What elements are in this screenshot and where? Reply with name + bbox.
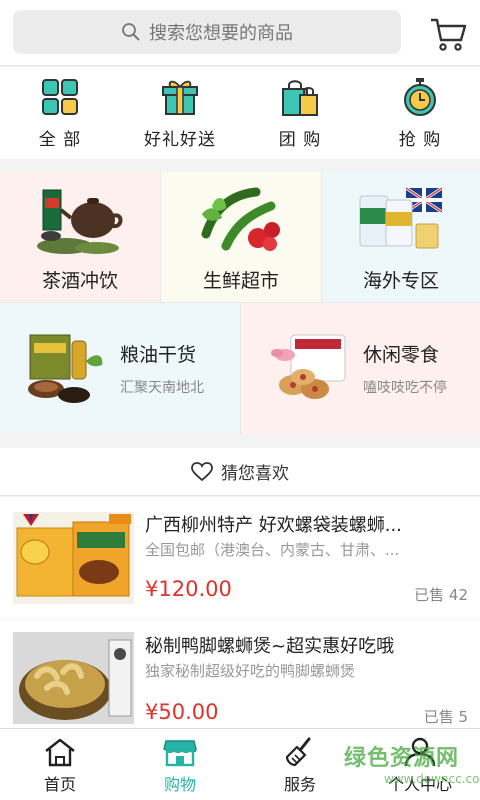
oil-mushroom-image	[28, 334, 103, 403]
tab-label: 购物	[163, 775, 196, 794]
bottom-tab-bar: 首页 购物 服务 个人中心	[0, 728, 480, 800]
quick-nav-label: 全 部	[38, 130, 82, 150]
vegetables-image	[201, 187, 280, 251]
quick-nav-label: 好礼好送	[144, 130, 216, 150]
grid-icon	[42, 79, 78, 115]
tea-set-image	[37, 189, 123, 254]
product-title: 秘制鸭脚螺蛳煲~超实惠好吃哦	[145, 636, 395, 657]
search-bar[interactable]: 搜索您想要的商品	[13, 10, 401, 54]
quick-nav-label: 抢 购	[398, 130, 442, 150]
quick-nav-gift[interactable]: 好礼好送	[120, 67, 240, 159]
category-grain-oil[interactable]: 粮油干货 汇聚天南地北	[0, 303, 240, 434]
category-subtitle: 汇聚天南地北	[120, 380, 204, 396]
search-icon	[122, 23, 140, 41]
category-tea[interactable]: 茶酒冲饮	[0, 172, 160, 302]
search-placeholder: 搜索您想要的商品	[149, 23, 293, 44]
home-icon	[45, 738, 75, 767]
category-subtitle: 嗑吱吱吃不停	[363, 380, 447, 396]
category-fresh[interactable]: 生鲜超市	[161, 172, 321, 302]
category-text: 休闲零食 嗑吱吱吃不停	[363, 340, 447, 397]
product-price: ¥120.00	[145, 577, 232, 601]
section-title: 猜您喜欢	[0, 448, 480, 496]
category-name: 生鲜超市	[202, 270, 279, 292]
snail-noodle-package-image	[13, 512, 134, 604]
tab-home[interactable]: 首页	[0, 729, 120, 800]
category-name: 休闲零食	[363, 344, 440, 366]
duck-feet-pot-image	[13, 632, 134, 724]
gift-icon	[162, 80, 198, 115]
alarm-clock-icon	[404, 78, 436, 116]
category-snacks[interactable]: 休闲零食 嗑吱吱吃不停	[241, 303, 480, 434]
tab-shopping[interactable]: 购物	[120, 729, 240, 800]
product-thumbnail	[13, 632, 134, 724]
cookies-image	[271, 334, 346, 399]
product-price: ¥50.00	[145, 700, 219, 724]
category-name: 茶酒冲饮	[41, 270, 118, 292]
section-title-text: 猜您喜欢	[221, 464, 289, 484]
category-name: 海外专区	[362, 270, 439, 292]
category-overseas[interactable]: 海外专区	[322, 172, 480, 302]
product-desc: 独家秘制超级好吃的鸭脚螺蛳煲	[145, 662, 356, 680]
product-thumbnail	[13, 512, 134, 604]
cart-icon[interactable]	[428, 14, 468, 54]
shop-icon	[163, 740, 197, 767]
product-card[interactable]: 广西柳州特产 好欢螺袋装螺蛳... 全国包邮（港澳台、内蒙古、甘肃、... ¥1…	[0, 497, 480, 619]
product-title: 广西柳州特产 好欢螺袋装螺蛳...	[145, 515, 402, 536]
category-text: 粮油干货 汇聚天南地北	[120, 340, 204, 397]
quick-nav: 全 部 好礼好送 团 购 抢 购	[0, 67, 480, 159]
heart-icon	[191, 461, 213, 481]
product-sold: 已售 42	[414, 586, 468, 604]
broom-icon	[285, 737, 311, 767]
tab-label: 个人中心	[387, 775, 452, 794]
product-sold: 已售 5	[423, 708, 468, 726]
quick-nav-group-buy[interactable]: 团 购	[240, 67, 360, 159]
quick-nav-flash-sale[interactable]: 抢 购	[360, 67, 480, 159]
tab-service[interactable]: 服务	[240, 729, 360, 800]
product-card[interactable]: 秘制鸭脚螺蛳煲~超实惠好吃哦 独家秘制超级好吃的鸭脚螺蛳煲 ¥50.00 已售 …	[0, 620, 480, 728]
header: 搜索您想要的商品	[0, 0, 480, 66]
product-desc: 全国包邮（港澳台、内蒙古、甘肃、...	[145, 541, 400, 559]
user-icon	[404, 737, 436, 767]
category-name: 粮油干货	[120, 344, 197, 366]
tab-profile[interactable]: 个人中心	[360, 729, 480, 800]
shopping-bag-icon	[282, 80, 318, 116]
category-grid: 茶酒冲饮 生鲜超市 海外专区 粮油干货 汇聚天南地北 休闲零食 嗑吱吱吃不停	[0, 172, 480, 434]
quick-nav-label: 团 购	[278, 130, 322, 150]
tab-label: 服务	[283, 775, 316, 794]
imported-milk-image	[359, 186, 443, 249]
tab-label: 首页	[43, 775, 76, 794]
quick-nav-all[interactable]: 全 部	[0, 67, 120, 159]
